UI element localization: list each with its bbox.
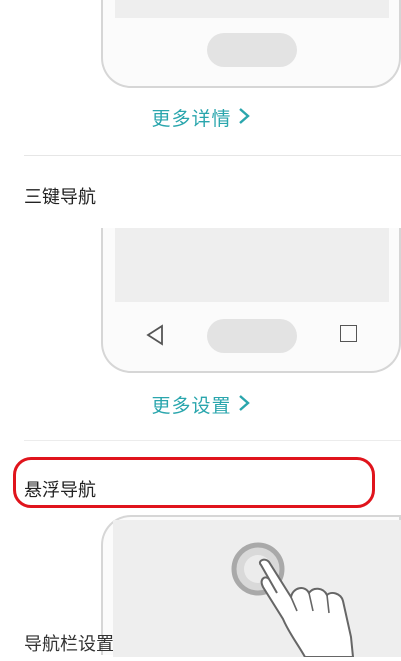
chevron-right-icon (238, 394, 250, 417)
section-divider (24, 440, 401, 441)
gesture-home-pill (207, 33, 297, 67)
chevron-right-icon (238, 107, 250, 130)
three-key-nav-preview[interactable] (101, 228, 401, 373)
three-key-preview-screen (115, 228, 389, 302)
recent-square-icon (340, 325, 357, 342)
back-triangle-icon (145, 324, 165, 350)
more-settings-link[interactable]: 更多设置 (0, 391, 401, 418)
home-pill-icon (207, 319, 297, 353)
section-divider (24, 155, 401, 156)
floating-nav-title[interactable]: 悬浮导航 (24, 476, 96, 502)
bottom-cut-label: 导航栏设置 (24, 634, 114, 655)
gesture-preview-screen (115, 0, 389, 18)
gesture-nav-preview (101, 0, 401, 88)
floating-nav-preview[interactable] (101, 515, 401, 658)
three-key-nav-title[interactable]: 三键导航 (24, 183, 96, 209)
more-settings-label: 更多设置 (151, 395, 232, 417)
more-details-label: 更多详情 (151, 108, 232, 130)
more-details-link[interactable]: 更多详情 (0, 104, 401, 131)
hand-pointer-icon (253, 557, 373, 661)
